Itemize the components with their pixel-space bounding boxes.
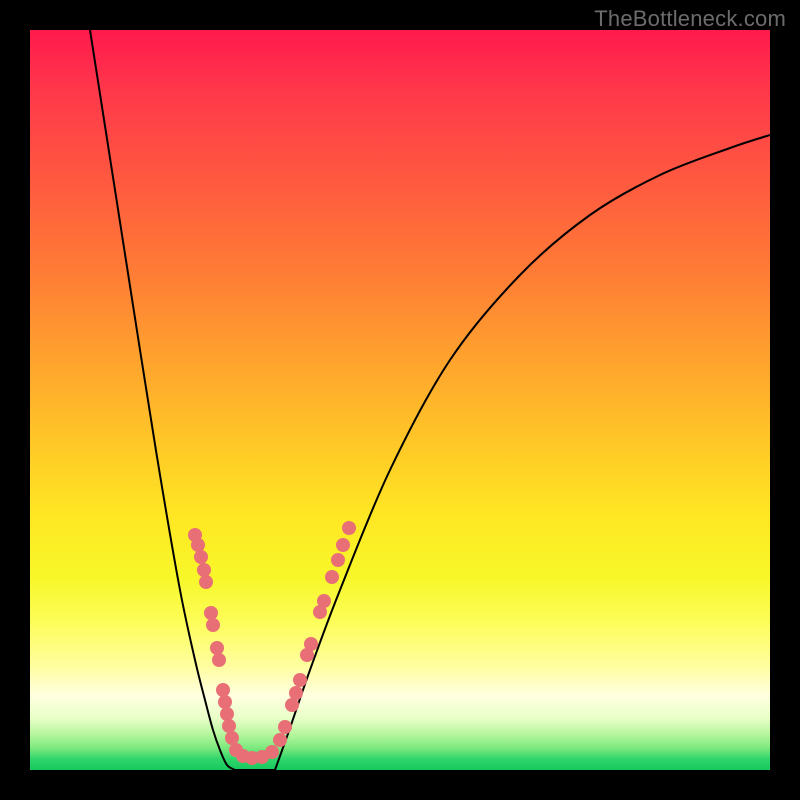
data-marker [197, 563, 211, 577]
bottleneck-curve [30, 30, 770, 770]
plot-area [30, 30, 770, 770]
data-marker [222, 719, 236, 733]
data-marker [265, 745, 279, 759]
data-marker [204, 606, 218, 620]
data-marker [210, 641, 224, 655]
data-marker [220, 707, 234, 721]
data-marker [206, 618, 220, 632]
bottleneck-path [90, 30, 770, 770]
data-marker [285, 698, 299, 712]
data-marker [289, 686, 303, 700]
data-marker [273, 733, 287, 747]
data-marker [199, 575, 213, 589]
data-marker [317, 594, 331, 608]
data-marker [342, 521, 356, 535]
data-marker [212, 653, 226, 667]
data-marker [191, 538, 205, 552]
data-marker [216, 683, 230, 697]
data-marker [336, 538, 350, 552]
data-marker [325, 570, 339, 584]
data-marker [225, 731, 239, 745]
data-marker [218, 695, 232, 709]
data-marker [304, 637, 318, 651]
data-marker [331, 553, 345, 567]
data-marker [293, 673, 307, 687]
data-marker [278, 720, 292, 734]
watermark-text: TheBottleneck.com [594, 6, 786, 32]
data-marker [194, 550, 208, 564]
